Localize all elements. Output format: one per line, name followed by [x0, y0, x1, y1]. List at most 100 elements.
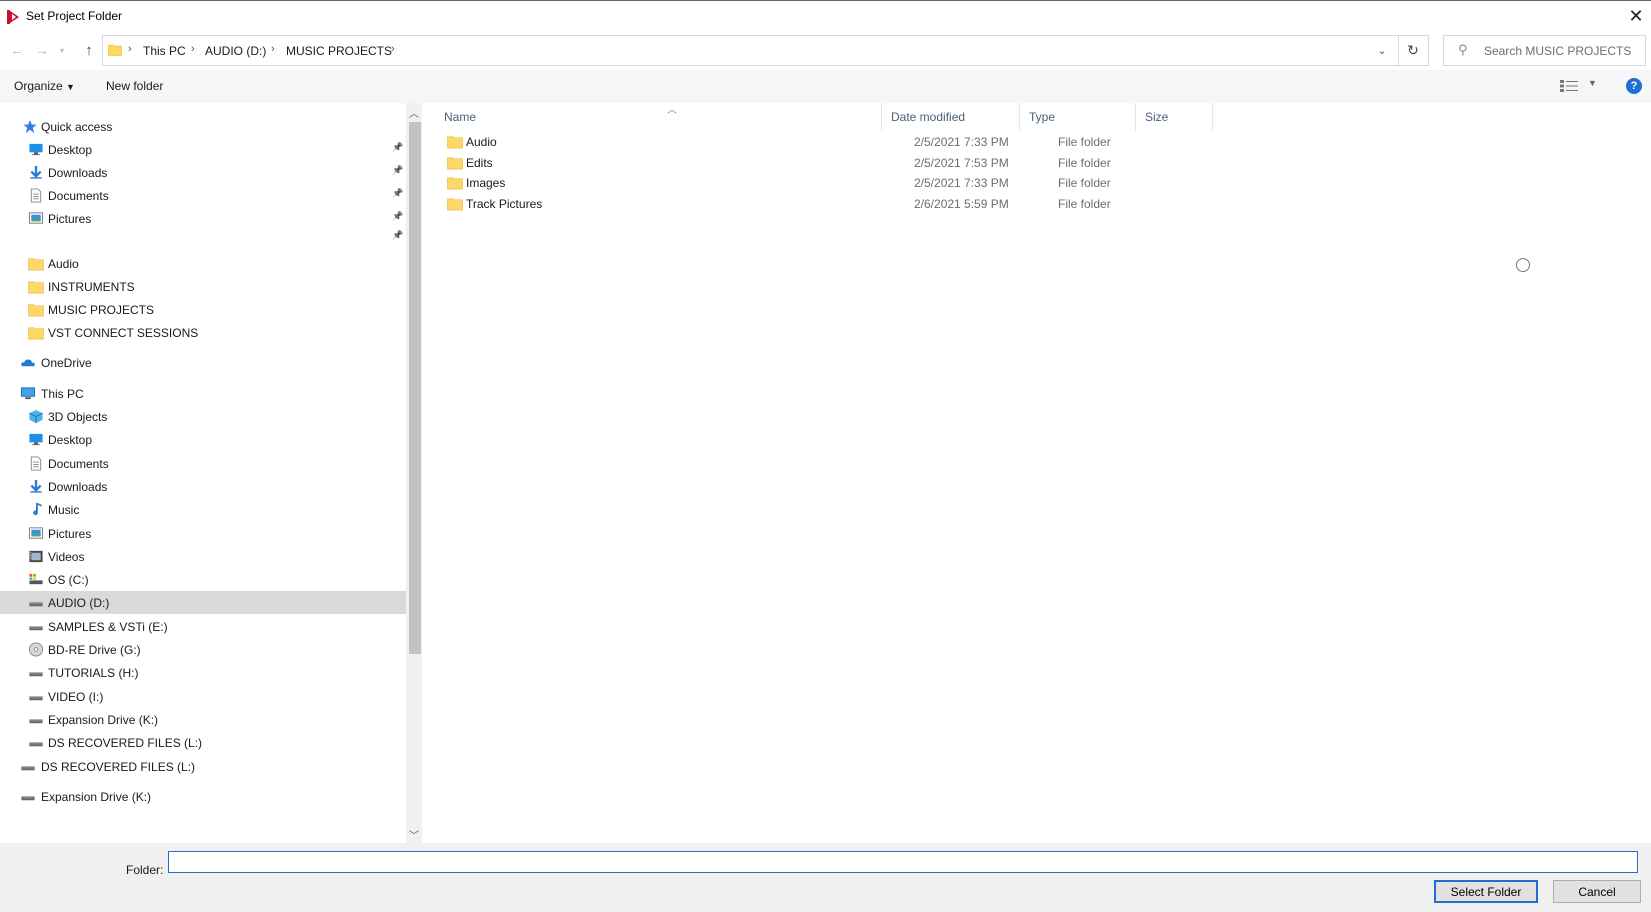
sidebar-item-bd-re-drive-g[interactable]: BD-RE Drive (G:) — [0, 638, 406, 661]
details-view-icon — [1560, 80, 1578, 92]
pin-icon[interactable]: 📌 — [392, 230, 403, 241]
address-bar[interactable]: › This PC › AUDIO (D:) › MUSIC PROJECTS … — [102, 35, 1399, 66]
breadcrumb-separator-icon: › — [391, 43, 395, 55]
pictures-icon — [28, 211, 44, 226]
sidebar-item-downloads[interactable]: Downloads — [0, 475, 406, 498]
sidebar-item-audio-d[interactable]: AUDIO (D:) — [0, 591, 406, 615]
sidebar-item-videos[interactable]: Videos — [0, 545, 406, 568]
sidebar-item-label: OS (C:) — [48, 573, 89, 588]
breadcrumb-this-pc[interactable]: This PC — [143, 44, 186, 58]
file-row[interactable]: Audio 2/5/2021 7:33 PM File folder — [422, 131, 1252, 152]
folder-icon — [28, 279, 44, 294]
search-placeholder: Search MUSIC PROJECTS — [1484, 44, 1632, 58]
help-button[interactable]: ? — [1626, 78, 1642, 94]
sidebar-item-samples-vsti-e[interactable]: SAMPLES & VSTi (E:) — [0, 615, 406, 638]
column-header-type[interactable]: Type — [1020, 103, 1136, 131]
up-button[interactable]: ↑ — [78, 32, 100, 68]
column-header-date[interactable]: Date modified — [882, 103, 1020, 131]
pin-icon[interactable]: 📌 — [392, 188, 403, 199]
sidebar-item-documents[interactable]: Documents — [0, 452, 406, 475]
new-folder-button[interactable]: New folder — [106, 79, 163, 93]
drive-icon — [28, 619, 44, 634]
busy-cursor-icon — [1516, 258, 1530, 272]
sidebar-item-pictures[interactable]: Pictures — [0, 522, 406, 545]
search-input[interactable]: ⚲ Search MUSIC PROJECTS — [1443, 35, 1646, 66]
pin-icon[interactable]: 📌 — [392, 142, 403, 153]
file-date: 2/6/2021 5:59 PM — [914, 196, 1009, 211]
sidebar-item-desktop[interactable]: Desktop 📌 — [0, 138, 406, 161]
file-row[interactable]: Edits 2/5/2021 7:53 PM File folder — [422, 152, 1252, 173]
sidebar-item-label: Documents — [48, 189, 109, 203]
folder-icon — [447, 196, 463, 210]
sidebar-item-pictures[interactable]: Pictures 📌 — [0, 207, 406, 230]
folder-icon — [447, 175, 463, 190]
sidebar-item-desktop[interactable]: Desktop — [0, 428, 406, 451]
breadcrumb-music-projects[interactable]: MUSIC PROJECTS — [286, 44, 392, 58]
sidebar-item-audio[interactable]: Audio — [0, 252, 406, 275]
sidebar-item-onedrive[interactable]: OneDrive — [0, 351, 406, 374]
documents-icon — [28, 188, 44, 203]
folder-icon — [28, 256, 44, 271]
breadcrumb-audio-drive[interactable]: AUDIO (D:) — [205, 44, 266, 58]
sidebar-item-this-pc[interactable]: This PC — [0, 382, 406, 405]
column-header-size[interactable]: Size — [1136, 103, 1213, 131]
sidebar-item-label: Documents — [48, 456, 109, 471]
column-header-name[interactable]: Name — [422, 103, 882, 131]
pictures-icon — [28, 526, 44, 541]
close-button[interactable]: ✕ — [1621, 1, 1651, 31]
folder-icon — [447, 134, 463, 149]
up-arrow-icon: ↑ — [85, 41, 93, 59]
view-options-button[interactable]: ▼ — [1560, 78, 1600, 96]
refresh-button[interactable]: ↻ — [1398, 35, 1429, 66]
sidebar-item-vst-connect-sessions[interactable]: VST CONNECT SESSIONS — [0, 321, 406, 344]
sidebar-item-tutorials-h[interactable]: TUTORIALS (H:) — [0, 661, 406, 684]
folder-icon — [28, 325, 44, 340]
sidebar-item-label: Pictures — [48, 212, 92, 226]
sidebar-item-video-i[interactable]: VIDEO (I:) — [0, 685, 406, 708]
select-folder-button[interactable]: Select Folder — [1434, 880, 1538, 903]
chevron-down-icon: ▾ — [59, 45, 64, 55]
back-button[interactable]: ← — [6, 32, 28, 68]
file-date: 2/5/2021 7:53 PM — [914, 155, 1009, 170]
file-date: 2/5/2021 7:33 PM — [914, 176, 1009, 190]
sidebar-item-ds-recovered-files-l-root[interactable]: DS RECOVERED FILES (L:) — [0, 755, 406, 778]
sidebar-item-3d-objects[interactable]: 3D Objects — [0, 405, 406, 428]
sidebar-item-music[interactable]: Music — [0, 498, 406, 521]
file-row[interactable]: Images 2/5/2021 7:33 PM File folder — [422, 172, 1252, 193]
sidebar-item-label: Audio — [48, 257, 79, 271]
sidebar-item-label: MUSIC PROJECTS — [48, 303, 155, 317]
sidebar-item-label: Quick access — [41, 120, 113, 134]
sidebar-item-os-c[interactable]: OS (C:) — [0, 568, 406, 591]
sidebar-item-expansion-drive-k[interactable]: Expansion Drive (K:) — [0, 708, 406, 731]
folder-name-input[interactable] — [168, 851, 1638, 873]
drive-icon — [28, 712, 44, 727]
pin-icon[interactable]: 📌 — [392, 165, 403, 176]
sidebar-item-instruments[interactable]: INSTRUMENTS — [0, 275, 406, 298]
sidebar-item-documents[interactable]: Documents 📌 — [0, 184, 406, 207]
forward-button[interactable]: → — [31, 32, 53, 68]
star-icon — [22, 119, 38, 134]
scroll-up-button[interactable]: ︿ — [406, 104, 422, 120]
nav-scrollbar-thumb[interactable] — [409, 122, 421, 654]
sidebar-item-quick-access[interactable]: Quick access — [0, 115, 406, 138]
3d-objects-icon — [28, 409, 44, 424]
address-dropdown-button[interactable]: ⌄ — [1369, 36, 1395, 65]
sidebar-item-ds-recovered-files-l[interactable]: DS RECOVERED FILES (L:) — [0, 731, 406, 754]
recent-locations-button[interactable]: ▾ — [56, 32, 68, 68]
breadcrumb-separator-icon: › — [191, 43, 195, 55]
sidebar-item-label: AUDIO (D:) — [48, 596, 110, 611]
cancel-button[interactable]: Cancel — [1553, 880, 1641, 903]
scroll-down-button[interactable]: ﹀ — [406, 826, 422, 842]
this-pc-icon — [20, 386, 36, 401]
sidebar-item-label: Expansion Drive (K:) — [41, 790, 152, 804]
sidebar-item-expansion-drive-k-root[interactable]: Expansion Drive (K:) — [0, 785, 406, 808]
sidebar-item-label: Music — [48, 503, 80, 518]
organize-button[interactable]: Organize ▼ — [14, 79, 75, 93]
sidebar-item-label: Expansion Drive (K:) — [48, 712, 159, 727]
file-row[interactable]: Track Pictures 2/6/2021 5:59 PM File folde… — [422, 193, 1252, 214]
sidebar-item-downloads[interactable]: Downloads 📌 — [0, 161, 406, 184]
pin-icon[interactable]: 📌 — [392, 211, 403, 222]
address-row: ← → ▾ ↑ › This PC › AUDIO (D:) › MUSIC P… — [0, 32, 1651, 70]
chevron-up-icon: ︿ — [409, 108, 419, 120]
sidebar-item-music-projects[interactable]: MUSIC PROJECTS — [0, 298, 406, 321]
